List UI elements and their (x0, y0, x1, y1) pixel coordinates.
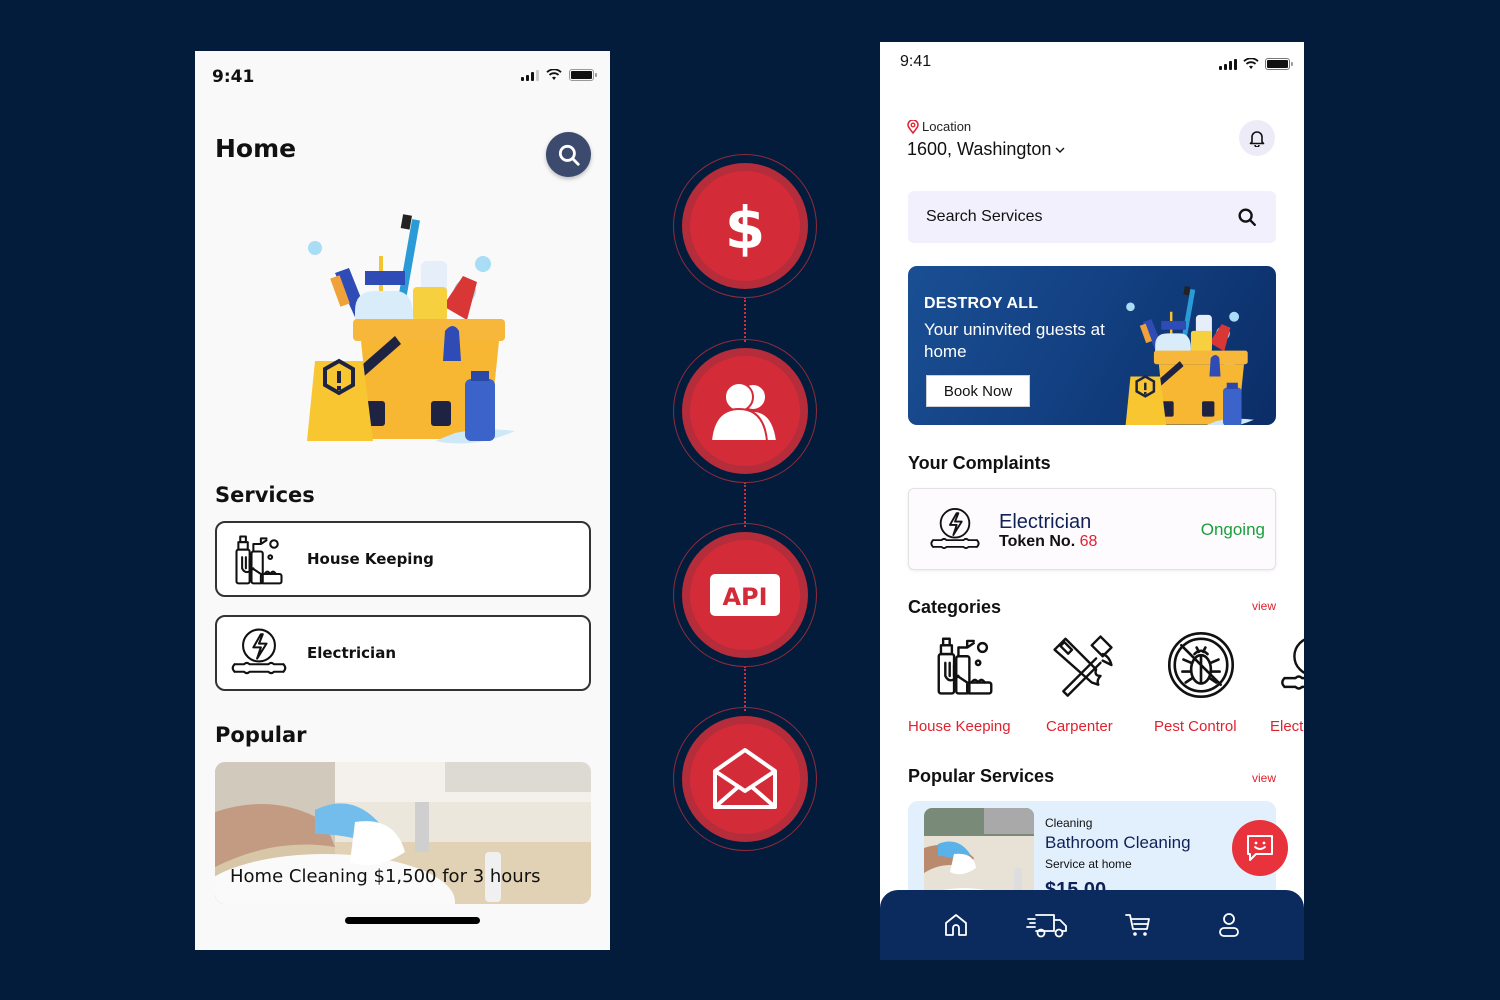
categories-view-link[interactable]: view (1252, 599, 1276, 613)
nav-cart[interactable] (1114, 901, 1162, 949)
search-placeholder: Search Services (926, 208, 1043, 225)
service-card-electrician[interactable]: Electrician (215, 615, 591, 691)
envelope-open-icon (713, 748, 777, 809)
nav-delivery[interactable] (1023, 901, 1071, 949)
cart-icon (1124, 914, 1150, 936)
battery-icon (569, 69, 597, 81)
category-label: Carpenter (1046, 718, 1113, 735)
signal-icon (521, 69, 539, 81)
bell-icon (1249, 131, 1265, 147)
complaint-title: Electrician (999, 511, 1092, 533)
search-button[interactable] (546, 132, 591, 177)
nav-profile[interactable] (1205, 901, 1253, 949)
cleaning-bucket-illustration (1116, 284, 1256, 425)
connector-line (744, 666, 746, 711)
api-label: API (722, 583, 767, 611)
location-label: Location (907, 119, 971, 134)
service-category: Cleaning (1045, 816, 1093, 830)
popular-view-link[interactable]: view (1252, 771, 1276, 785)
feature-payments: $ (673, 154, 817, 298)
location-value: 1600, Washington (907, 139, 1052, 159)
wifi-icon (1243, 58, 1259, 69)
category-house-keeping[interactable]: House Keeping (908, 630, 1026, 735)
status-time: 9:41 (900, 53, 932, 70)
connector-line (744, 482, 746, 527)
nav-home[interactable] (932, 901, 980, 949)
category-label: House Keeping (908, 718, 1011, 735)
location-selector[interactable]: 1600, Washington (907, 139, 1065, 160)
feature-users (673, 339, 817, 483)
services-heading: Services (215, 483, 315, 507)
signal-icon (1219, 58, 1237, 70)
token-number: 68 (1079, 533, 1098, 550)
wifi-icon (546, 69, 562, 80)
home-icon (944, 914, 967, 936)
category-label: Electrician (1270, 718, 1304, 735)
complaints-heading: Your Complaints (908, 453, 1051, 473)
category-carpenter[interactable]: Carpenter (1026, 630, 1144, 735)
left-phone-screen: 9:41 Home Services House Keeping Electri… (195, 51, 610, 950)
complaint-token: Token No. 68 (999, 533, 1098, 550)
popular-services-heading: Popular Services (908, 766, 1055, 786)
service-subtitle: Service at home (1045, 857, 1132, 871)
house-keeping-icon (930, 630, 1000, 700)
electrician-icon (1278, 630, 1304, 700)
promo-text: Your uninvited guests at home (924, 320, 1105, 361)
category-electrician[interactable]: Electrician (1262, 630, 1304, 735)
electrician-icon (229, 623, 289, 683)
house-keeping-icon (229, 529, 289, 589)
svg-text:$: $ (725, 194, 765, 258)
user-icon (1218, 913, 1239, 937)
chevron-down-icon (1055, 147, 1065, 153)
complaint-card[interactable]: Electrician Token No. 68 Ongoing (908, 488, 1276, 570)
bottom-navigation (880, 890, 1304, 960)
dollar-icon: $ (725, 194, 765, 258)
right-phone-screen: 9:41 Location 1600, Washington Search Se… (880, 42, 1304, 960)
battery-icon (1265, 58, 1293, 70)
book-now-button[interactable]: Book Now (926, 375, 1030, 407)
status-time: 9:41 (212, 67, 255, 87)
location-pin-icon (907, 119, 919, 134)
home-indicator (345, 917, 480, 924)
service-title: Bathroom Cleaning (1045, 833, 1191, 852)
search-services-input[interactable]: Search Services (908, 191, 1276, 243)
category-pest-control[interactable]: Pest Control (1144, 630, 1262, 735)
api-icon: API (710, 574, 780, 616)
search-icon (556, 142, 582, 168)
promo-banner: DESTROY ALL Your uninvited guests at hom… (908, 266, 1276, 425)
pest-control-icon (1166, 630, 1236, 700)
chat-button[interactable] (1232, 820, 1288, 876)
promo-kicker: DESTROY ALL (924, 295, 1039, 312)
status-bar: 9:41 (195, 51, 610, 101)
notifications-button[interactable] (1239, 120, 1275, 156)
complaint-status: Ongoing (1200, 520, 1265, 539)
service-card-house-keeping[interactable]: House Keeping (215, 521, 591, 597)
location-label-text: Location (922, 119, 972, 134)
truck-icon (1025, 914, 1067, 938)
feature-api: API (673, 523, 817, 667)
category-label: Pest Control (1154, 718, 1237, 735)
service-label: House Keeping (307, 550, 434, 568)
page-title: Home (215, 134, 297, 163)
popular-caption: Home Cleaning $1,500 for 3 hours (230, 866, 541, 887)
popular-heading: Popular (215, 723, 307, 747)
feature-messages (673, 707, 817, 851)
connector-line (744, 297, 746, 342)
service-label: Electrician (307, 644, 396, 662)
users-icon (709, 382, 779, 441)
carpenter-icon (1048, 630, 1118, 700)
electrician-icon (925, 503, 985, 557)
cleaning-bucket-illustration (295, 211, 515, 446)
status-icons (521, 69, 597, 81)
search-icon (1236, 206, 1258, 228)
status-icons (1219, 58, 1293, 70)
categories-list: House Keeping Carpenter Pest Control Ele… (908, 630, 1304, 735)
popular-card-home-cleaning[interactable]: Home Cleaning $1,500 for 3 hours (215, 762, 591, 904)
categories-heading: Categories (908, 597, 1002, 617)
chat-smile-icon (1247, 835, 1273, 861)
